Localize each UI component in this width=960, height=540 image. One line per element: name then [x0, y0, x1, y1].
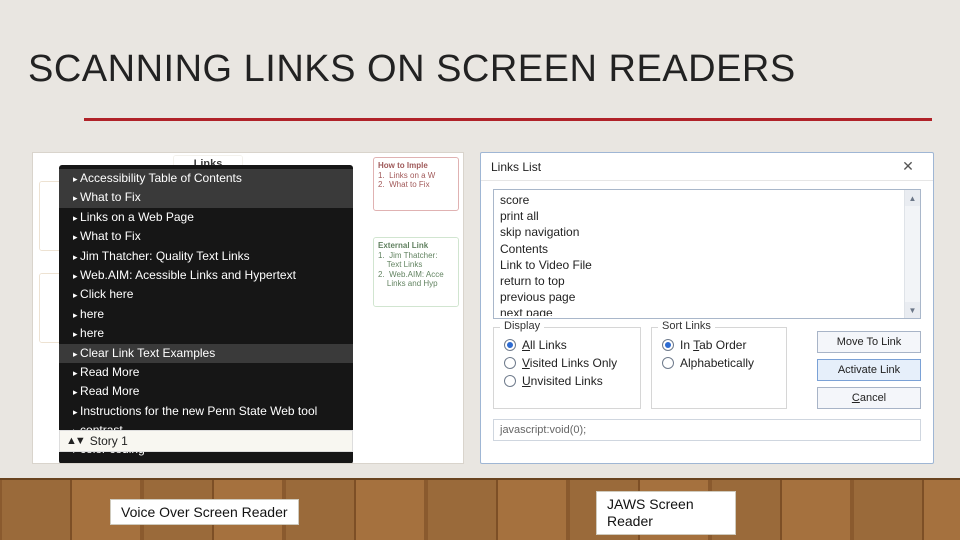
voiceover-link-item[interactable]: What to Fix	[59, 227, 353, 246]
voiceover-bg-howto-title: How to Imple	[378, 161, 428, 170]
jaws-link-item[interactable]: print all	[500, 208, 904, 224]
radio-unvisited-text: Unvisited Links	[522, 374, 603, 388]
radio-dot-icon	[504, 339, 516, 351]
jaws-link-item[interactable]: return to top	[500, 273, 904, 289]
jaws-url-field[interactable]: javascript:void(0);	[493, 419, 921, 441]
voiceover-link-item[interactable]: Jim Thatcher: Quality Text Links	[59, 247, 353, 266]
jaws-link-item[interactable]: score	[500, 192, 904, 208]
jaws-links-window: Links List ✕ score print all skip naviga…	[480, 152, 934, 464]
cancel-button[interactable]: Cancel	[817, 387, 921, 409]
sort-legend: Sort Links	[658, 320, 715, 332]
scrollbar[interactable]: ▲ ▼	[904, 190, 920, 318]
scroll-up-icon[interactable]: ▲	[905, 190, 920, 206]
updown-icon: ▲▼	[66, 435, 84, 447]
voiceover-link-item[interactable]: Click here	[59, 285, 353, 304]
voiceover-link-item[interactable]: Read More	[59, 363, 353, 382]
jaws-url-text: javascript:void(0);	[500, 424, 586, 436]
radio-dot-icon	[662, 339, 674, 351]
radio-dot-icon	[662, 357, 674, 369]
display-legend: Display	[500, 320, 544, 332]
move-to-link-button[interactable]: Move To Link	[817, 331, 921, 353]
voiceover-link-item[interactable]: Clear Link Text Examples	[59, 344, 353, 363]
radio-alpha-text: Alphabetically	[680, 356, 754, 370]
scroll-down-icon[interactable]: ▼	[905, 302, 920, 318]
voiceover-link-item[interactable]: Web.AIM: Acessible Links and Hypertext	[59, 266, 353, 285]
voiceover-link-item[interactable]: Read More	[59, 382, 353, 401]
voiceover-link-item[interactable]: here	[59, 305, 353, 324]
voiceover-link-item[interactable]: here	[59, 324, 353, 343]
voiceover-rotor[interactable]: Accessibility Table of Contents What to …	[59, 165, 353, 464]
voiceover-footer-label: Story 1	[90, 434, 128, 448]
jaws-body: score print all skip navigation Contents…	[481, 181, 933, 463]
voiceover-rotor-footer[interactable]: ▲▼ Story 1	[59, 430, 353, 452]
sort-group: Sort Links In Tab Order Alphabetically	[651, 327, 787, 409]
jaws-link-item[interactable]: previous page	[500, 289, 904, 305]
title-underline	[84, 118, 932, 121]
close-icon[interactable]: ✕	[893, 156, 923, 178]
radio-tab-text: In Tab Order	[680, 338, 746, 352]
radio-tab-order[interactable]: In Tab Order	[662, 338, 776, 352]
jaws-titlebar[interactable]: Links List ✕	[481, 153, 933, 181]
radio-visited-links[interactable]: Visited Links Only	[504, 356, 630, 370]
voiceover-link-item[interactable]: Links on a Web Page	[59, 208, 353, 227]
radio-all-links[interactable]: All Links	[504, 338, 630, 352]
radio-alphabetical[interactable]: Alphabetically	[662, 356, 776, 370]
jaws-link-item[interactable]: Link to Video File	[500, 257, 904, 273]
voiceover-bg-external-title: External Link	[378, 241, 428, 250]
voiceover-bg-external-items: 1. Jim Thatcher: Text Links 2. Web.AIM: …	[378, 251, 444, 289]
radio-dot-icon	[504, 357, 516, 369]
voiceover-link-item[interactable]: Accessibility Table of Contents	[59, 169, 353, 188]
jaws-link-item[interactable]: skip navigation	[500, 224, 904, 240]
voiceover-bg-howto-items: 1. Links on a W 2. What to Fix	[378, 171, 435, 190]
radio-unvisited-links[interactable]: Unvisited Links	[504, 374, 630, 388]
voiceover-caption: Voice Over Screen Reader	[110, 499, 299, 525]
radio-all-text: ll Links	[530, 338, 567, 352]
slide-title: SCANNING LINKS ON SCREEN READERS	[28, 48, 940, 91]
jaws-caption: JAWS Screen Reader	[596, 491, 736, 535]
jaws-window-title: Links List	[491, 160, 541, 174]
jaws-link-item[interactable]: next page	[500, 305, 904, 316]
activate-link-button[interactable]: Activate Link	[817, 359, 921, 381]
display-group: Display All Links Visited Links Only Unv…	[493, 327, 641, 409]
radio-dot-icon	[504, 375, 516, 387]
jaws-links-listbox[interactable]: score print all skip navigation Contents…	[493, 189, 921, 319]
radio-visited-text: Visited Links Only	[522, 356, 617, 370]
voiceover-panel: Links How to Imple 1. Links on a W 2. Wh…	[32, 152, 464, 464]
voiceover-link-item[interactable]: What to Fix	[59, 188, 353, 207]
voiceover-link-item[interactable]: Instructions for the new Penn State Web …	[59, 402, 353, 421]
jaws-link-item[interactable]: Contents	[500, 241, 904, 257]
